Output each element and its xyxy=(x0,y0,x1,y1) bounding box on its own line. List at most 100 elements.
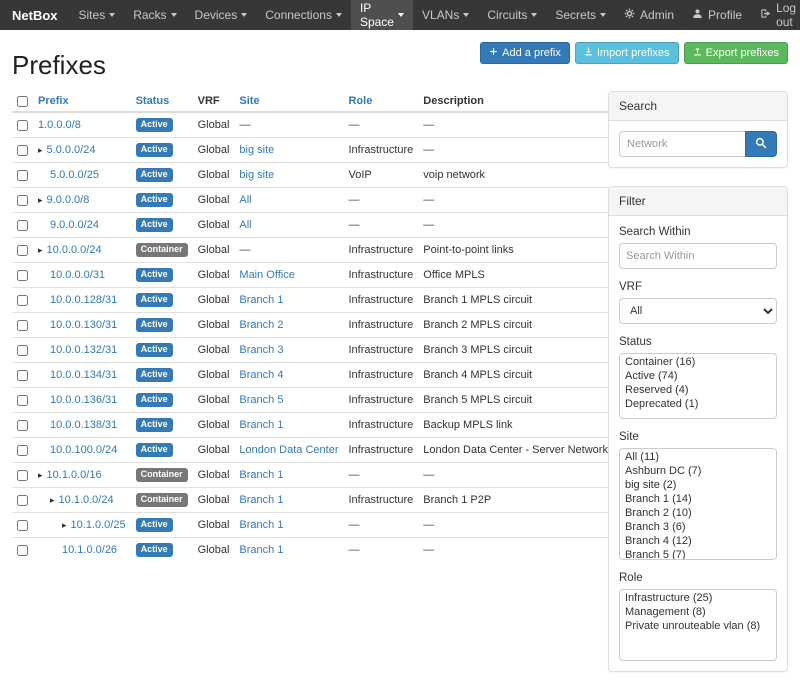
nav-item-sites[interactable]: Sites xyxy=(70,0,125,30)
prefix-link[interactable]: 9.0.0.0/8 xyxy=(47,194,90,206)
import-prefixes-button[interactable]: Import prefixes xyxy=(575,42,679,64)
nav-logout-label: Log out xyxy=(776,1,796,29)
expand-caret-icon[interactable]: ▸ xyxy=(50,495,55,505)
site-link[interactable]: Branch 3 xyxy=(239,344,283,356)
prefix-link[interactable]: 10.0.0.136/31 xyxy=(50,394,117,406)
nav-item-devices[interactable]: Devices xyxy=(186,0,257,30)
row-checkbox[interactable] xyxy=(17,320,28,331)
search-button[interactable] xyxy=(745,131,777,157)
prefix-link[interactable]: 10.0.0.0/24 xyxy=(47,244,102,256)
column-header-role[interactable]: Role xyxy=(343,91,418,112)
prefix-link[interactable]: 10.1.0.0/25 xyxy=(71,519,126,531)
nav-item-secrets[interactable]: Secrets xyxy=(546,0,615,30)
prefix-link[interactable]: 10.0.0.0/31 xyxy=(50,269,105,281)
row-checkbox[interactable] xyxy=(17,420,28,431)
site-filter-select[interactable]: All (11)Ashburn DC (7)big site (2)Branch… xyxy=(619,448,777,560)
nav-item-ip-space[interactable]: IP Space xyxy=(351,0,413,30)
site-link[interactable]: big site xyxy=(239,169,274,181)
table-row: ▸10.1.0.0/25ActiveGlobalBranch 1—— xyxy=(12,513,613,538)
site-link[interactable]: Branch 1 xyxy=(239,494,283,506)
row-checkbox[interactable] xyxy=(17,270,28,281)
prefix-link[interactable]: 10.0.0.132/31 xyxy=(50,344,117,356)
site-link[interactable]: Branch 2 xyxy=(239,319,283,331)
prefix-link[interactable]: 10.0.0.134/31 xyxy=(50,369,117,381)
prefix-link[interactable]: 5.0.0.0/25 xyxy=(50,169,99,181)
status-filter-select[interactable]: Container (16)Active (74)Reserved (4)Dep… xyxy=(619,353,777,419)
nav-item-vlans[interactable]: VLANs xyxy=(413,0,478,30)
status-cell: Active xyxy=(131,288,193,313)
user-icon xyxy=(692,8,703,22)
nav-admin[interactable]: Admin xyxy=(615,0,683,30)
nav-item-racks[interactable]: Racks xyxy=(124,0,185,30)
role-cell: — xyxy=(343,213,418,238)
select-all-checkbox[interactable] xyxy=(17,96,28,107)
row-checkbox[interactable] xyxy=(17,395,28,406)
row-checkbox[interactable] xyxy=(17,345,28,356)
chevron-down-icon xyxy=(171,13,177,17)
site-link[interactable]: Branch 5 xyxy=(239,394,283,406)
role-filter-select[interactable]: Infrastructure (25)Management (8)Private… xyxy=(619,589,777,661)
site-link[interactable]: Branch 1 xyxy=(239,519,283,531)
vrf-filter-select[interactable]: All xyxy=(619,298,777,324)
nav-profile[interactable]: Profile xyxy=(683,0,751,30)
search-within-input[interactable] xyxy=(619,243,777,269)
site-link[interactable]: Main Office xyxy=(239,269,294,281)
row-checkbox[interactable] xyxy=(17,220,28,231)
row-checkbox[interactable] xyxy=(17,445,28,456)
row-checkbox[interactable] xyxy=(17,495,28,506)
site-link[interactable]: big site xyxy=(239,144,274,156)
expand-caret-icon[interactable]: ▸ xyxy=(38,245,43,255)
row-checkbox[interactable] xyxy=(17,145,28,156)
expand-caret-icon[interactable]: ▸ xyxy=(38,470,43,480)
row-checkbox[interactable] xyxy=(17,295,28,306)
expand-caret-icon[interactable]: ▸ xyxy=(38,145,43,155)
column-header-status[interactable]: Status xyxy=(131,91,193,112)
role-cell: Infrastructure xyxy=(343,413,418,438)
site-cell: Branch 1 xyxy=(234,538,343,563)
add-prefix-button[interactable]: Add a prefix xyxy=(480,42,570,64)
prefix-link[interactable]: 10.1.0.0/16 xyxy=(47,469,102,481)
prefix-link[interactable]: 10.0.100.0/24 xyxy=(50,444,117,456)
row-checkbox[interactable] xyxy=(17,520,28,531)
row-checkbox[interactable] xyxy=(17,545,28,556)
export-prefixes-button[interactable]: Export prefixes xyxy=(684,42,788,64)
prefix-link[interactable]: 10.0.0.138/31 xyxy=(50,419,117,431)
site-link[interactable]: Branch 4 xyxy=(239,369,283,381)
row-checkbox[interactable] xyxy=(17,120,28,131)
prefix-link[interactable]: 1.0.0.0/8 xyxy=(38,119,81,131)
brand[interactable]: NetBox xyxy=(10,0,70,30)
prefix-link[interactable]: 10.0.0.128/31 xyxy=(50,294,117,306)
prefix-link[interactable]: 10.1.0.0/26 xyxy=(62,544,117,556)
site-link[interactable]: Branch 1 xyxy=(239,419,283,431)
prefix-link[interactable]: 9.0.0.0/24 xyxy=(50,219,99,231)
row-checkbox[interactable] xyxy=(17,245,28,256)
expand-caret-icon[interactable]: ▸ xyxy=(38,195,43,205)
nav-logout[interactable]: Log out xyxy=(751,0,800,30)
prefix-link[interactable]: 10.1.0.0/24 xyxy=(59,494,114,506)
row-checkbox[interactable] xyxy=(17,195,28,206)
table-row: 10.1.0.0/26ActiveGlobalBranch 1—— xyxy=(12,538,613,563)
row-checkbox[interactable] xyxy=(17,170,28,181)
site-link[interactable]: London Data Center xyxy=(239,444,338,456)
site-link[interactable]: Branch 1 xyxy=(239,469,283,481)
status-cell: Active xyxy=(131,438,193,463)
row-checkbox[interactable] xyxy=(17,470,28,481)
search-input[interactable] xyxy=(619,131,745,157)
vrf-filter-label: VRF xyxy=(619,281,777,293)
nav-item-connections[interactable]: Connections xyxy=(256,0,351,30)
prefix-link[interactable]: 5.0.0.0/24 xyxy=(47,144,96,156)
site-link[interactable]: Branch 1 xyxy=(239,294,283,306)
status-cell: Container xyxy=(131,238,193,263)
column-header-site[interactable]: Site xyxy=(234,91,343,112)
nav-item-circuits[interactable]: Circuits xyxy=(478,0,546,30)
vrf-cell: Global xyxy=(193,338,235,363)
row-checkbox[interactable] xyxy=(17,370,28,381)
site-link[interactable]: Branch 1 xyxy=(239,544,283,556)
expand-caret-icon[interactable]: ▸ xyxy=(62,520,67,530)
column-header-prefix[interactable]: Prefix xyxy=(33,91,131,112)
table-row: 10.0.0.128/31ActiveGlobalBranch 1Infrast… xyxy=(12,288,613,313)
site-link[interactable]: All xyxy=(239,194,251,206)
prefix-link[interactable]: 10.0.0.130/31 xyxy=(50,319,117,331)
site-link[interactable]: All xyxy=(239,219,251,231)
nav-item-label: Circuits xyxy=(487,8,527,22)
